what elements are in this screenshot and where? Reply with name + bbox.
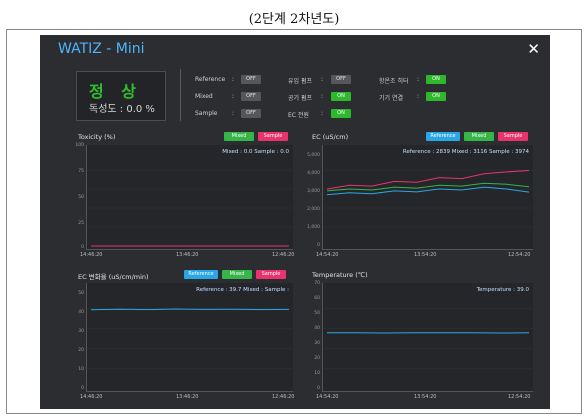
x-tick: 12:54:20 xyxy=(508,394,531,400)
page-caption: (2단계 2차년도) xyxy=(248,12,340,27)
control-label-reference: Reference xyxy=(195,76,226,83)
x-tick: 13:46:20 xyxy=(176,252,199,258)
control-label-air-pump: 공기 펌프 xyxy=(288,95,312,102)
y-tick: 100 xyxy=(75,143,84,148)
colon: : xyxy=(417,93,420,100)
panel-title: EC (uS/cm) xyxy=(312,133,349,141)
legend-mixed-button[interactable]: Mixed xyxy=(464,132,494,141)
y-tick: 20 xyxy=(314,356,320,361)
y-tick: 10 xyxy=(78,367,84,372)
control-label-sample: Sample xyxy=(195,110,218,117)
divider xyxy=(180,69,181,121)
series-line-reference xyxy=(326,186,530,196)
x-tick: 13:54:20 xyxy=(414,394,437,400)
panel-title: Temperature (℃) xyxy=(312,271,368,279)
title-bar: WATIZ - Mini ✕ xyxy=(40,35,550,65)
colon: : xyxy=(321,110,324,117)
legend-reference-button[interactable]: Reference xyxy=(426,132,460,141)
series-line-reference xyxy=(90,308,290,311)
ec-panel: EC (uS/cm) Reference Mixed Sample Refere… xyxy=(307,131,534,259)
ec-rate-plot: Reference : 39.7 Mixed : Sample : xyxy=(86,283,293,392)
y-tick: 5,000 xyxy=(307,153,320,158)
x-tick: 13:46:20 xyxy=(176,394,199,400)
panel-title: EC 변화율 (uS/cm/min) xyxy=(78,273,149,281)
x-tick: 14:46:20 xyxy=(80,252,103,258)
y-tick: 30 xyxy=(314,341,320,346)
y-tick: 50 xyxy=(314,311,320,316)
legend-mixed-button[interactable]: Mixed xyxy=(222,270,252,279)
legend-mixed-button[interactable]: Mixed xyxy=(224,132,254,141)
panel-title: Toxicity (%) xyxy=(78,133,116,141)
y-tick: 40 xyxy=(78,310,84,315)
legend-reference-button[interactable]: Reference xyxy=(184,270,218,279)
x-tick: 12:46:20 xyxy=(272,394,295,400)
y-tick: 10 xyxy=(314,371,320,376)
y-tick: 60 xyxy=(314,296,320,301)
legend-sample-button[interactable]: Sample xyxy=(258,132,288,141)
toxicity-readout: 독성도 : 0.0 % xyxy=(89,104,155,115)
y-tick: 0 xyxy=(317,243,320,248)
x-tick: 14:54:20 xyxy=(316,394,339,400)
ec-rate-chart xyxy=(87,308,293,369)
y-tick: 0 xyxy=(81,386,84,391)
y-tick: 75 xyxy=(78,169,84,174)
toggle-air-pump[interactable]: ON xyxy=(331,92,351,101)
y-tick: 0 xyxy=(81,245,84,250)
colon: : xyxy=(417,76,420,83)
toggle-sample[interactable]: OFF xyxy=(241,109,261,118)
x-tick: 14:46:20 xyxy=(80,394,103,400)
toxicity-chart xyxy=(87,169,293,247)
ec-chart xyxy=(323,169,533,228)
close-icon[interactable]: ✕ xyxy=(527,40,540,58)
app-title: WATIZ - Mini xyxy=(58,41,145,57)
control-label-connection: 기기 연결 xyxy=(379,95,403,102)
legend-sample-button[interactable]: Sample xyxy=(498,132,528,141)
toggle-mixed[interactable]: OFF xyxy=(241,92,261,101)
status-box: 정 상 독성도 : 0.0 % xyxy=(76,71,166,121)
y-tick: 25 xyxy=(78,221,84,226)
x-tick: 12:46:20 xyxy=(272,252,295,258)
y-tick: 70 xyxy=(314,281,320,286)
toxicity-plot: Mixed : 0.0 Sample : 0.0 xyxy=(86,145,293,250)
y-tick: 50 xyxy=(78,291,84,296)
colon: : xyxy=(232,93,235,100)
colon: : xyxy=(321,93,324,100)
toggle-reference[interactable]: OFF xyxy=(241,75,261,84)
toggle-connection[interactable]: ON xyxy=(426,92,446,101)
y-tick: 1,000 xyxy=(307,225,320,230)
ec-plot: Reference : 2839 Mixed : 3116 Sample : 3… xyxy=(322,145,533,250)
x-tick: 14:54:20 xyxy=(316,252,339,258)
control-label-inflow-pump: 유입 펌프 xyxy=(288,78,312,85)
y-tick: 50 xyxy=(78,195,84,200)
status-text: 정 상 xyxy=(89,82,143,101)
control-label-ec-power: EC 전원 xyxy=(288,112,309,119)
temperature-panel: Temperature (℃) Temperature : 39.0 70 60… xyxy=(308,269,534,403)
y-tick: 20 xyxy=(78,348,84,353)
series-line-mixed xyxy=(326,182,530,192)
y-tick: 2,000 xyxy=(307,207,320,212)
colon: : xyxy=(321,76,324,83)
y-tick: 40 xyxy=(314,326,320,331)
toggle-inflow-pump[interactable]: OFF xyxy=(331,75,351,84)
y-tick: 4,000 xyxy=(307,171,320,176)
x-tick: 13:54:20 xyxy=(414,252,437,258)
app-window: WATIZ - Mini ✕ 정 상 독성도 : 0.0 % Reference… xyxy=(40,35,550,409)
y-tick: 3,000 xyxy=(307,189,320,194)
x-tick: 12:54:20 xyxy=(508,252,531,258)
toxicity-panel: Toxicity (%) Mixed Sample Mixed : 0.0 Sa… xyxy=(74,131,294,259)
y-tick: 30 xyxy=(78,329,84,334)
y-tick: 0 xyxy=(317,386,320,391)
colon: : xyxy=(232,110,235,117)
colon: : xyxy=(232,76,235,83)
ec-rate-panel: EC 변화율 (uS/cm/min) Reference Mixed Sampl… xyxy=(74,269,294,403)
toggle-ec-power[interactable]: ON xyxy=(331,109,351,118)
toggle-heater[interactable]: ON xyxy=(426,75,446,84)
control-label-heater: 항온조 히터 xyxy=(379,78,409,85)
legend-sample-button[interactable]: Sample xyxy=(256,270,286,279)
temperature-chart xyxy=(323,308,533,369)
control-label-mixed: Mixed xyxy=(195,93,213,100)
temperature-plot: Temperature : 39.0 xyxy=(322,283,533,392)
